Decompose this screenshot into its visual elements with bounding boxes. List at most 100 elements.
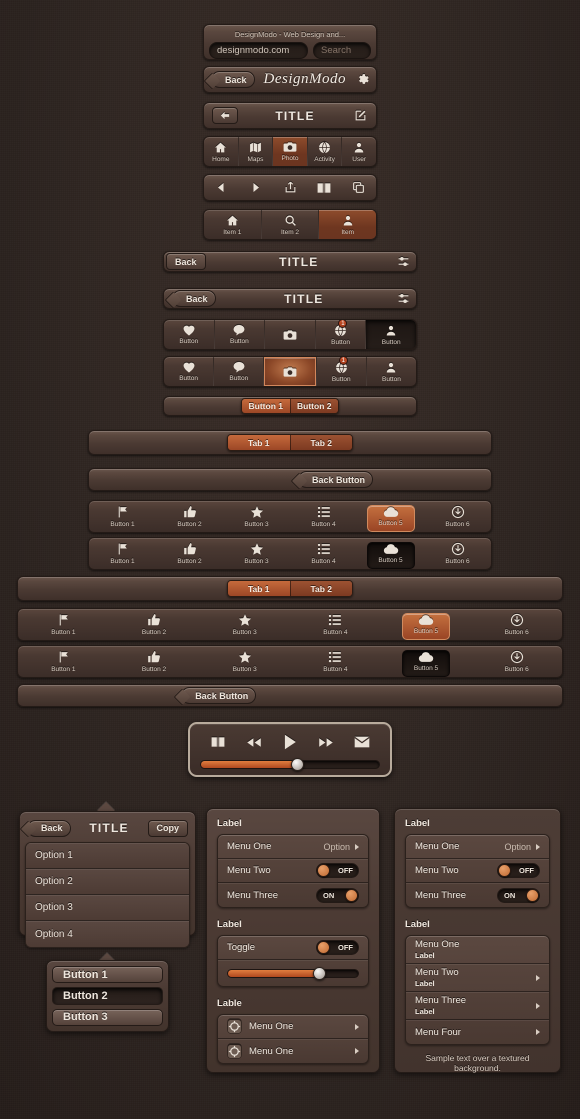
toolbar-six-wide-a-item[interactable]: Button 4 [290, 609, 381, 640]
tab-option[interactable]: Tab 2 [289, 581, 352, 596]
middle-menu-row-toggle[interactable]: ON [316, 887, 359, 903]
buttonbar-a-item[interactable]: 1 Button [316, 320, 366, 349]
back-button-wide[interactable]: Back Button [181, 687, 257, 704]
media-progress-slider[interactable] [200, 758, 380, 771]
buttonbar-b-item[interactable]: Button [367, 357, 416, 386]
toolbar-six-wide-b-item[interactable]: Button 3 [199, 646, 290, 677]
segmented-small-option[interactable]: Button 1 [242, 399, 290, 413]
toolbar-six-wide-b-item[interactable]: Button 2 [109, 646, 200, 677]
toolbar-six-a-item[interactable]: Button 1 [89, 501, 156, 532]
middle-menu-row-toggle[interactable]: OFF [316, 863, 359, 878]
tabbar-item[interactable]: Home [204, 137, 238, 166]
toolbar-icon-button[interactable] [342, 181, 376, 194]
toolbar-six-wide-a-item[interactable]: Button 5 [381, 609, 472, 640]
media-control-button[interactable] [308, 736, 344, 749]
segmented-small-option[interactable]: Button 2 [289, 399, 338, 413]
right-detail-row[interactable]: Menu Four [406, 1020, 549, 1044]
search-input[interactable]: Search [313, 42, 371, 59]
toolbar-six-b-item[interactable]: Button 3 [223, 538, 290, 569]
buttonbar-a-item[interactable]: Button [366, 320, 416, 349]
toolbar-six-b-item[interactable]: Button 4 [290, 538, 357, 569]
tabbar-item[interactable]: User [342, 137, 376, 166]
toolbar-six-wide-b-item[interactable]: Button 1 [18, 646, 109, 677]
right-menu-row-toggle[interactable]: ON [497, 887, 540, 903]
compose-icon[interactable] [352, 109, 368, 122]
item-bar-item[interactable]: Item 2 [262, 210, 319, 239]
buttonbar-a-item[interactable]: Button [215, 320, 265, 349]
middle-menu-row[interactable]: Menu Three ON [218, 883, 368, 907]
middle-menu-row[interactable]: Menu One Option [218, 835, 368, 859]
toolbar-six-b-item[interactable]: Button 2 [156, 538, 223, 569]
navbar-arrow-back-button[interactable]: Back [172, 290, 216, 307]
right-menu-row[interactable]: Menu One Option [406, 835, 549, 859]
popover-option-item[interactable]: Option 4 [26, 921, 189, 947]
toolbar-six-wide-b-item[interactable]: Button 5 [381, 646, 472, 677]
buttonbar-a-item[interactable]: Button [164, 320, 214, 349]
toolbar-six-wide-b-item[interactable]: Button 4 [290, 646, 381, 677]
tabbar-item[interactable]: Maps [239, 137, 273, 166]
toolbar-icon-button[interactable] [204, 181, 238, 194]
toolbar-six-b-item[interactable]: Button 5 [357, 538, 424, 569]
tab-option[interactable]: Tab 1 [228, 581, 290, 596]
buttonbar-b-item[interactable]: Button [214, 357, 263, 386]
middle-slider-knob[interactable] [313, 966, 326, 980]
right-menu-row-toggle[interactable]: OFF [497, 863, 540, 878]
toolbar-six-a-item[interactable]: Button 3 [223, 501, 290, 532]
popover-option-item[interactable]: Option 1 [26, 843, 189, 869]
media-progress-knob[interactable] [291, 758, 305, 771]
middle-icon-row[interactable]: Menu One [218, 1015, 368, 1039]
buttonbar-a-item[interactable] [265, 320, 315, 349]
toolbar-icon-button[interactable] [273, 181, 307, 194]
middle-menu-row[interactable]: Menu Two OFF [218, 859, 368, 883]
buttonbar-b-item[interactable] [264, 357, 316, 386]
tab-option[interactable]: Tab 1 [228, 435, 290, 450]
middle-toggle-row[interactable]: Toggle OFF [218, 936, 368, 960]
stack-button[interactable]: Button 3 [52, 1008, 163, 1026]
middle-slider-row[interactable] [218, 960, 368, 986]
gear-icon[interactable] [355, 73, 369, 86]
toolbar-six-wide-b-item[interactable]: Button 6 [471, 646, 562, 677]
tabbar-item[interactable]: Activity [308, 137, 342, 166]
toolbar-six-a-item[interactable]: Button 2 [156, 501, 223, 532]
toolbar-six-wide-a-item[interactable]: Button 2 [109, 609, 200, 640]
toolbar-icon-button[interactable] [307, 182, 341, 194]
right-menu-row[interactable]: Menu Two OFF [406, 859, 549, 883]
popover-option-item[interactable]: Option 2 [26, 869, 189, 895]
back-arrow-button[interactable] [212, 107, 238, 124]
media-control-button[interactable] [344, 736, 380, 748]
middle-slider[interactable] [227, 966, 359, 980]
popover-back-button[interactable]: Back [27, 819, 71, 837]
sliders-icon[interactable] [392, 292, 414, 305]
toolbar-six-b-item[interactable]: Button 6 [424, 538, 491, 569]
item-bar-item[interactable]: Item 1 [204, 210, 261, 239]
toolbar-icon-button[interactable] [238, 181, 272, 194]
popover-copy-button[interactable]: Copy [147, 819, 188, 837]
stack-button[interactable]: Button 1 [52, 966, 163, 984]
middle-icon-row[interactable]: Menu One [218, 1039, 368, 1063]
right-menu-row[interactable]: Menu Three ON [406, 883, 549, 907]
back-button[interactable]: Back [211, 71, 255, 88]
back-button-narrow[interactable]: Back Button [298, 471, 374, 488]
toolbar-six-a-item[interactable]: Button 6 [424, 501, 491, 532]
right-detail-row[interactable]: Menu Two Label [406, 964, 549, 992]
right-detail-row[interactable]: Menu Three Label [406, 992, 549, 1020]
url-input[interactable]: designmodo.com [209, 42, 308, 59]
toolbar-six-wide-a-item[interactable]: Button 6 [471, 609, 562, 640]
toolbar-six-a-item[interactable]: Button 5 [357, 501, 424, 532]
toolbar-six-wide-a-item[interactable]: Button 3 [199, 609, 290, 640]
toolbar-six-a-item[interactable]: Button 4 [290, 501, 357, 532]
sliders-icon[interactable] [392, 255, 414, 268]
toolbar-six-b-item[interactable]: Button 1 [89, 538, 156, 569]
popover-option-item[interactable]: Option 3 [26, 895, 189, 921]
toolbar-six-wide-a-item[interactable]: Button 1 [18, 609, 109, 640]
right-detail-row[interactable]: Menu One Label [406, 936, 549, 964]
media-control-button[interactable] [236, 736, 272, 749]
middle-toggle-switch[interactable]: OFF [316, 940, 359, 955]
navbar-flat-back-button[interactable]: Back [166, 253, 206, 270]
tabbar-item[interactable]: Photo [273, 137, 307, 166]
buttonbar-b-item[interactable]: Button [164, 357, 213, 386]
buttonbar-b-item[interactable]: 1 Button [317, 357, 366, 386]
media-control-button[interactable] [200, 736, 236, 748]
tab-option[interactable]: Tab 2 [289, 435, 352, 450]
stack-button[interactable]: Button 2 [52, 987, 163, 1005]
